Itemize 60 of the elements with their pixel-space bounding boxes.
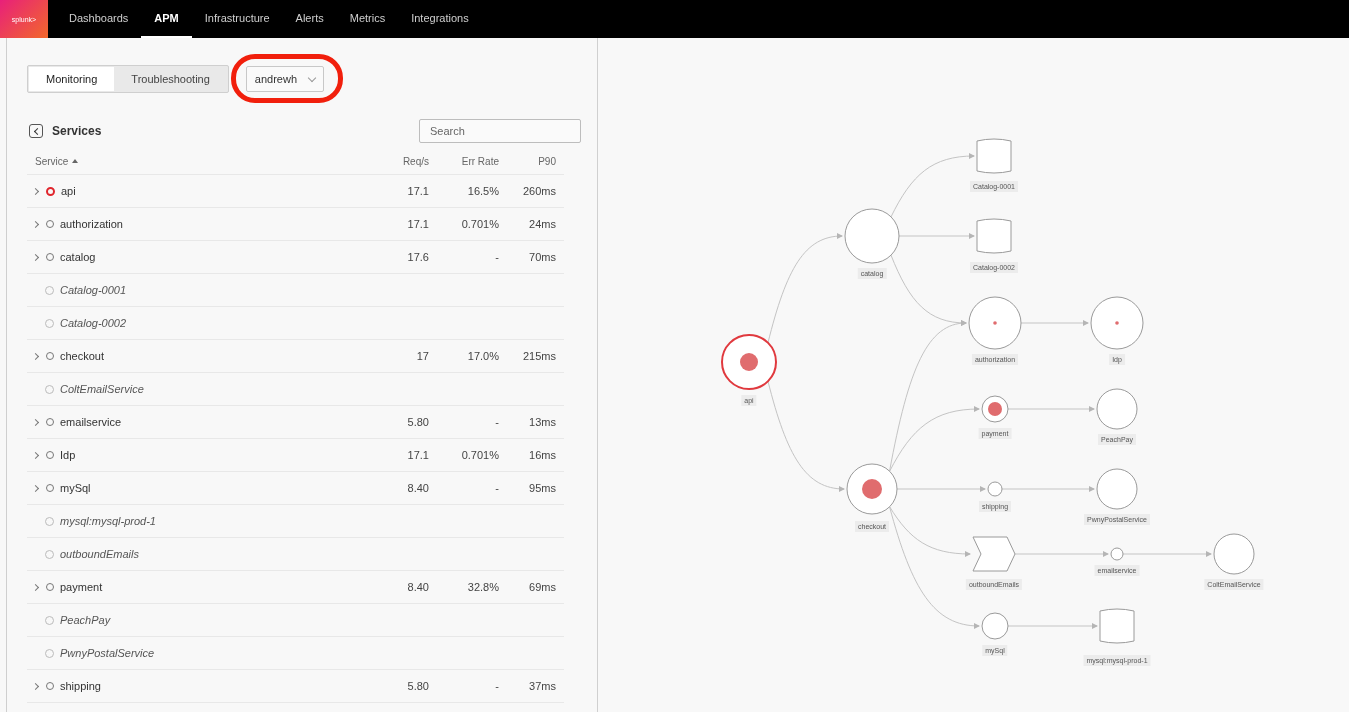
table-cell-text: 8.40: [406, 482, 429, 494]
service-name[interactable]: PwnyPostalService: [60, 647, 155, 659]
column-header[interactable]: P90: [499, 155, 556, 167]
nav-tab[interactable]: Infrastructure: [191, 0, 283, 38]
collapse-button[interactable]: [29, 124, 43, 138]
table-cell-text: 215ms: [521, 350, 556, 362]
view-tab[interactable]: Troubleshooting: [114, 67, 227, 91]
service-name[interactable]: shipping: [60, 680, 101, 692]
table-cell-text: 0.701%: [460, 218, 499, 230]
table-cell-text: 37ms: [528, 680, 556, 692]
table-cell-text: 24ms: [528, 218, 556, 230]
service-name[interactable]: mySql: [60, 482, 91, 494]
service-name[interactable]: mysql:mysql-prod-1: [60, 515, 156, 527]
table-cell-text: 17.1: [406, 185, 429, 197]
table-cell-text: 17.1: [406, 449, 429, 461]
service-name[interactable]: authorization: [60, 218, 123, 230]
table-cell-text: 0.701%: [460, 449, 499, 461]
nav-tab[interactable]: Integrations: [398, 0, 482, 38]
table-cell-text: 70ms: [528, 251, 556, 263]
table-cell-text: 69ms: [528, 581, 556, 593]
service-name[interactable]: checkout: [60, 350, 105, 362]
service-name[interactable]: Catalog-0002: [60, 317, 127, 329]
table-cell-text: 32.8%: [466, 581, 499, 593]
column-header[interactable]: Service: [27, 155, 359, 167]
table-cell-text: 17.6: [406, 251, 429, 263]
table-cell-text: 95ms: [528, 482, 556, 494]
table-cell-text: 5.80: [406, 416, 429, 428]
service-name[interactable]: emailservice: [60, 416, 122, 428]
service-name[interactable]: PeachPay: [60, 614, 111, 626]
service-name[interactable]: outboundEmails: [60, 548, 139, 560]
nav-tab[interactable]: Alerts: [282, 0, 337, 38]
service-name[interactable]: catalog: [60, 251, 96, 263]
table-cell-text: -: [494, 680, 499, 692]
table-cell-text: 8.40: [406, 581, 429, 593]
column-header[interactable]: Req/s: [359, 155, 429, 167]
table-cell-text: 5.80: [406, 680, 429, 692]
service-name[interactable]: Idp: [60, 449, 76, 461]
nav-tab[interactable]: Dashboards: [56, 0, 142, 38]
search-field[interactable]: Search: [419, 119, 581, 143]
table-cell-text: -: [494, 416, 499, 428]
panel-title: Services: [52, 124, 102, 138]
environment-dropdown[interactable]: andrewh: [245, 66, 325, 92]
column-header[interactable]: Err Rate: [429, 155, 499, 167]
table-cell-text: 13ms: [528, 416, 556, 428]
table-cell-text: 17.0%: [466, 350, 499, 362]
service-name[interactable]: ColtEmailService: [60, 383, 144, 395]
table-cell-text: 16.5%: [466, 185, 499, 197]
table-cell-text: -: [494, 251, 499, 263]
table-cell-text: -: [494, 482, 499, 494]
table-cell-text: 17.1: [406, 218, 429, 230]
table-cell-text: 260ms: [521, 185, 556, 197]
service-name[interactable]: api: [61, 185, 76, 197]
view-tab[interactable]: Monitoring: [29, 67, 115, 91]
table-cell-text: 16ms: [528, 449, 556, 461]
connector-arrow: [1020, 320, 1089, 326]
nav-tab[interactable]: APM: [141, 0, 192, 38]
table-cell-text: 17: [415, 350, 429, 362]
service-name[interactable]: payment: [60, 581, 103, 593]
nav-tab[interactable]: Metrics: [336, 0, 399, 38]
service-name[interactable]: Catalog-0001: [60, 284, 127, 296]
